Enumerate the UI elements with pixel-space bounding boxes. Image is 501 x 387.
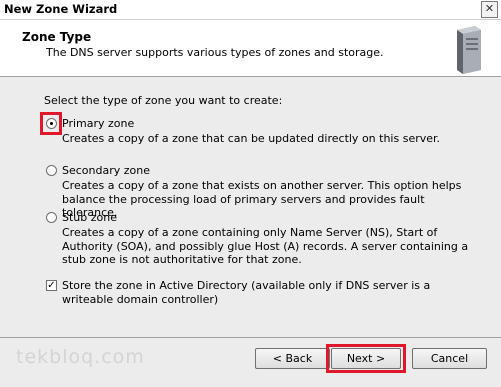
server-icon [457,26,481,74]
stub-zone-label[interactable]: Stub zone [62,211,117,224]
primary-zone-highlight [40,112,62,135]
page-title: Zone Type [22,30,92,44]
store-in-ad-checkbox[interactable]: ✓ [46,280,57,291]
cancel-button[interactable]: Cancel [412,348,487,369]
close-button[interactable]: ✕ [481,1,498,18]
secondary-zone-description: Creates a copy of a zone that exists on … [62,179,462,219]
page-subtitle: The DNS server supports various types of… [46,46,384,59]
secondary-zone-radio[interactable] [46,165,57,176]
title-bar: New Zone Wizard ✕ [0,0,501,20]
watermark: tekbloq.com [16,346,145,368]
primary-zone-label[interactable]: Primary zone [62,117,134,130]
secondary-zone-label[interactable]: Secondary zone [62,164,150,177]
next-button-highlight [326,344,406,373]
stub-zone-description: Creates a copy of a zone containing only… [62,226,469,266]
window-title: New Zone Wizard [4,2,118,16]
primary-zone-description: Creates a copy of a zone that can be upd… [62,132,441,145]
stub-zone-radio[interactable] [46,212,57,223]
back-button[interactable]: < Back [255,348,330,369]
wizard-header: Zone Type The DNS server supports variou… [0,20,501,77]
zone-type-prompt: Select the type of zone you want to crea… [44,94,283,107]
store-in-ad-label[interactable]: Store the zone in Active Directory (avai… [62,279,482,306]
